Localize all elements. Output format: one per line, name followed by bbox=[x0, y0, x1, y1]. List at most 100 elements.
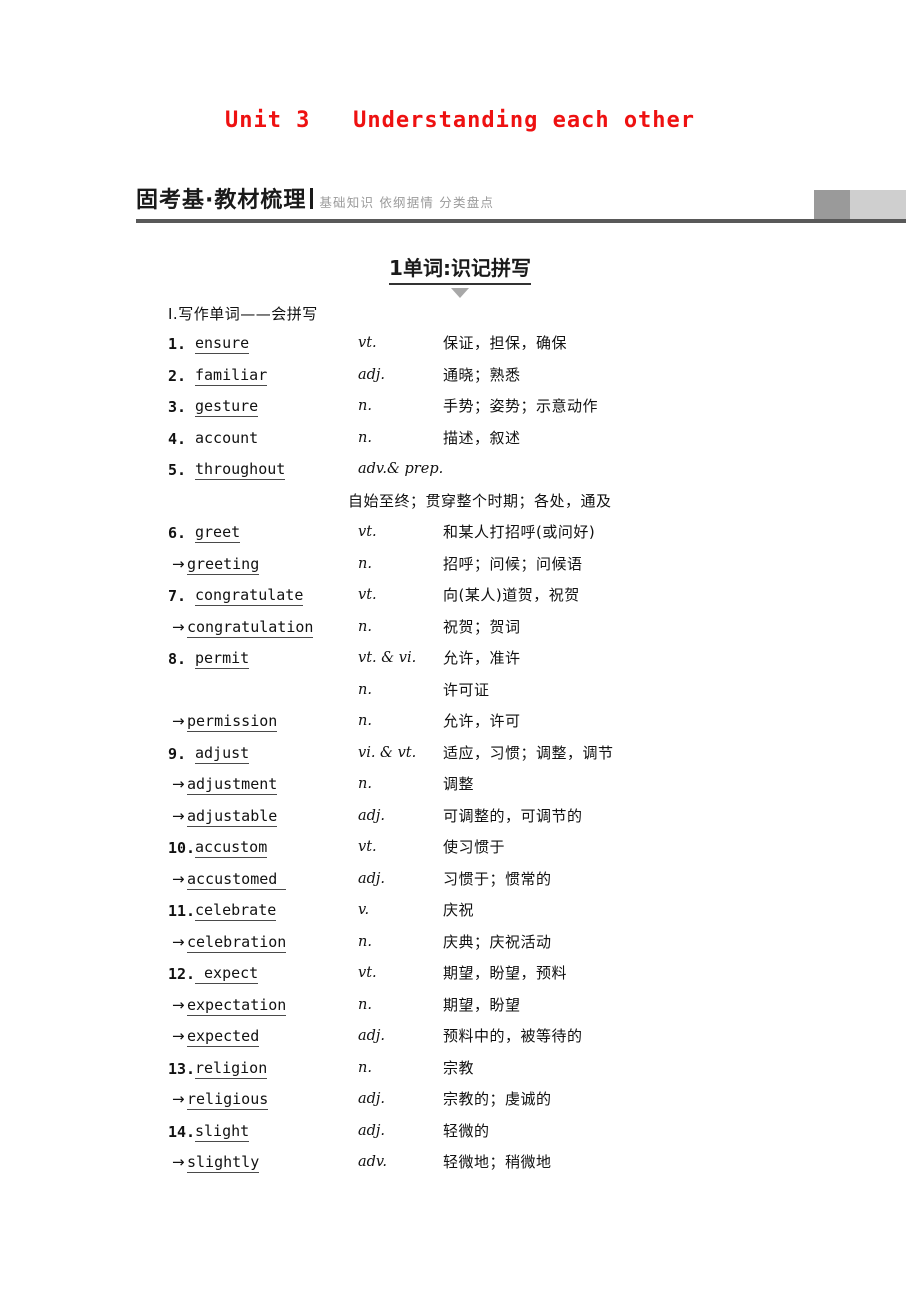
vocabulary-row: → permission n. 允许，许可 bbox=[0, 713, 920, 745]
vocabulary-meaning: 宗教的；虔诚的 bbox=[443, 1090, 552, 1108]
vocabulary-row: → accustomed adj. 习惯于；惯常的 bbox=[0, 869, 920, 903]
vocabulary-meaning: 自始至终；贯穿整个时期；各处，通及 bbox=[348, 491, 612, 510]
banner-rule bbox=[136, 219, 906, 223]
vocabulary-row: → adjustable adj. 可调整的，可调节的 bbox=[0, 806, 920, 840]
vocabulary-term: slight bbox=[195, 1121, 250, 1142]
vocabulary-row: 2. familiar adj. 通晓；熟悉 bbox=[0, 365, 920, 399]
banner-decoration-blocks bbox=[814, 190, 906, 219]
vocabulary-meaning: 预料中的，被等待的 bbox=[443, 1027, 583, 1045]
vocabulary-term: adjustable bbox=[187, 806, 278, 827]
vocabulary-meaning: 轻微地；稍微地 bbox=[443, 1153, 552, 1171]
vocabulary-part-of-speech: n. bbox=[358, 398, 372, 414]
vocabulary-term: permit bbox=[195, 649, 250, 669]
vocabulary-index: 8. bbox=[168, 650, 187, 668]
vocabulary-term: account bbox=[195, 428, 259, 447]
vocabulary-meaning: 可调整的，可调节的 bbox=[443, 806, 583, 825]
vocabulary-part-of-speech: adj. bbox=[358, 1122, 386, 1139]
vocabulary-row: 13. religion n. 宗教 bbox=[0, 1058, 920, 1092]
derived-arrow-icon: → bbox=[172, 869, 185, 888]
vocabulary-term: religion bbox=[195, 1058, 268, 1079]
section-heading: 1单词:识记拼写 bbox=[0, 252, 920, 298]
vocabulary-part-of-speech: n. bbox=[358, 429, 372, 446]
vocabulary-part-of-speech: n. bbox=[358, 555, 372, 572]
vocabulary-term: adjustment bbox=[187, 775, 278, 795]
vocabulary-row: 自始至终；贯穿整个时期；各处，通及 bbox=[0, 491, 920, 525]
vocabulary-term: familiar bbox=[195, 365, 268, 386]
vocabulary-index: 14. bbox=[168, 1122, 196, 1141]
derived-arrow-icon: → bbox=[172, 554, 185, 573]
vocabulary-meaning: 使习惯于 bbox=[443, 838, 506, 856]
vocabulary-term: throughout bbox=[195, 460, 286, 480]
vocabulary-term: gesture bbox=[195, 397, 259, 417]
vocabulary-meaning: 期望，盼望，预料 bbox=[443, 964, 568, 982]
vocabulary-term: celebration bbox=[187, 932, 287, 953]
derived-arrow-icon: → bbox=[172, 1090, 185, 1108]
vocabulary-meaning: 描述，叙述 bbox=[443, 428, 521, 447]
vocabulary-part-of-speech: vt. bbox=[358, 335, 377, 351]
vocabulary-term: expect bbox=[195, 964, 259, 984]
banner-text-row: 固考基·教材梳理 基础知识 依纲据情 分类盘点 bbox=[136, 186, 494, 212]
vocabulary-index: 2. bbox=[168, 366, 187, 385]
vocabulary-index: 1. bbox=[168, 335, 187, 353]
vocabulary-part-of-speech: v. bbox=[358, 902, 370, 918]
vocabulary-term: expectation bbox=[187, 995, 287, 1016]
vocabulary-term: religious bbox=[187, 1090, 269, 1110]
vocabulary-term: expected bbox=[187, 1027, 260, 1047]
vocabulary-row: 7. congratulate vt. 向(某人)道贺，祝贺 bbox=[0, 587, 920, 619]
derived-arrow-icon: → bbox=[172, 932, 185, 951]
vocabulary-row: → celebration n. 庆典；庆祝活动 bbox=[0, 932, 920, 966]
vocabulary-meaning: 期望，盼望 bbox=[443, 995, 521, 1014]
chevron-down-icon bbox=[451, 288, 469, 298]
vocabulary-part-of-speech: adv. bbox=[358, 1154, 388, 1170]
vocabulary-term: celebrate bbox=[195, 901, 277, 921]
vocabulary-row: → slightly adv. 轻微地；稍微地 bbox=[0, 1154, 920, 1186]
vocabulary-term: slightly bbox=[187, 1153, 260, 1173]
derived-arrow-icon: → bbox=[172, 617, 185, 636]
vocabulary-row: → expectation n. 期望，盼望 bbox=[0, 995, 920, 1029]
banner-block-light bbox=[850, 190, 906, 219]
vocabulary-term: congratulation bbox=[187, 617, 314, 638]
derived-arrow-icon: → bbox=[172, 775, 185, 793]
vocabulary-part-of-speech: vt. bbox=[358, 587, 377, 603]
derived-arrow-icon: → bbox=[172, 712, 185, 730]
vocabulary-part-of-speech: adv.& prep. bbox=[358, 461, 444, 477]
vocabulary-meaning: 允许，许可 bbox=[443, 712, 521, 730]
vocabulary-part-of-speech: adj. bbox=[358, 807, 386, 824]
vocabulary-list: 1. ensure vt. 保证，担保，确保 2. familiar adj. 通晓；熟悉 3.… bbox=[0, 335, 920, 1186]
vocabulary-row: 8. permit vt. & vi. 允许，准许 bbox=[0, 650, 920, 682]
vocabulary-meaning: 允许，准许 bbox=[443, 649, 521, 667]
vocabulary-meaning: 习惯于；惯常的 bbox=[443, 869, 552, 888]
vocabulary-part-of-speech: adj. bbox=[358, 870, 386, 887]
vocabulary-part-of-speech: n. bbox=[358, 1059, 372, 1076]
section-banner: 固考基·教材梳理 基础知识 依纲据情 分类盘点 bbox=[136, 186, 906, 228]
vocabulary-term: greeting bbox=[187, 554, 260, 575]
banner-divider bbox=[310, 188, 314, 209]
vocabulary-meaning: 轻微的 bbox=[443, 1121, 490, 1140]
vocabulary-meaning: 保证，担保，确保 bbox=[443, 334, 568, 352]
derived-arrow-icon: → bbox=[172, 1027, 185, 1045]
vocabulary-index: 7. bbox=[168, 587, 187, 605]
vocabulary-part-of-speech: n. bbox=[358, 618, 372, 635]
vocabulary-meaning: 和某人打招呼(或问好) bbox=[443, 523, 596, 541]
vocabulary-meaning: 招呼；问候；问候语 bbox=[443, 554, 583, 573]
vocabulary-index: 9. bbox=[168, 744, 187, 763]
vocabulary-part-of-speech: n. bbox=[358, 713, 372, 729]
vocabulary-part-of-speech: vt. bbox=[358, 965, 377, 981]
vocabulary-part-of-speech: n. bbox=[358, 933, 372, 950]
vocabulary-index: 5. bbox=[168, 461, 187, 479]
vocabulary-row: n. 许可证 bbox=[0, 681, 920, 714]
vocabulary-meaning: 宗教 bbox=[443, 1058, 475, 1077]
vocabulary-part-of-speech: n. bbox=[358, 996, 372, 1013]
vocabulary-row: 9. adjust vi. & vt. 适应，习惯；调整，调节 bbox=[0, 744, 920, 777]
banner-main-title: 固考基·教材梳理 bbox=[136, 188, 307, 213]
vocabulary-term: accustom bbox=[195, 838, 268, 858]
vocabulary-part-of-speech: vt. & vi. bbox=[358, 650, 417, 666]
vocabulary-meaning: 庆典；庆祝活动 bbox=[443, 932, 552, 951]
vocabulary-index: 12. bbox=[168, 965, 196, 983]
banner-subtitle: 基础知识 依纲据情 分类盘点 bbox=[319, 195, 495, 210]
vocabulary-part-of-speech: adj. bbox=[358, 1091, 386, 1107]
vocabulary-index: 11. bbox=[168, 902, 196, 920]
vocabulary-row: → greeting n. 招呼；问候；问候语 bbox=[0, 554, 920, 588]
vocabulary-term: permission bbox=[187, 712, 278, 732]
vocabulary-index: 3. bbox=[168, 398, 187, 416]
